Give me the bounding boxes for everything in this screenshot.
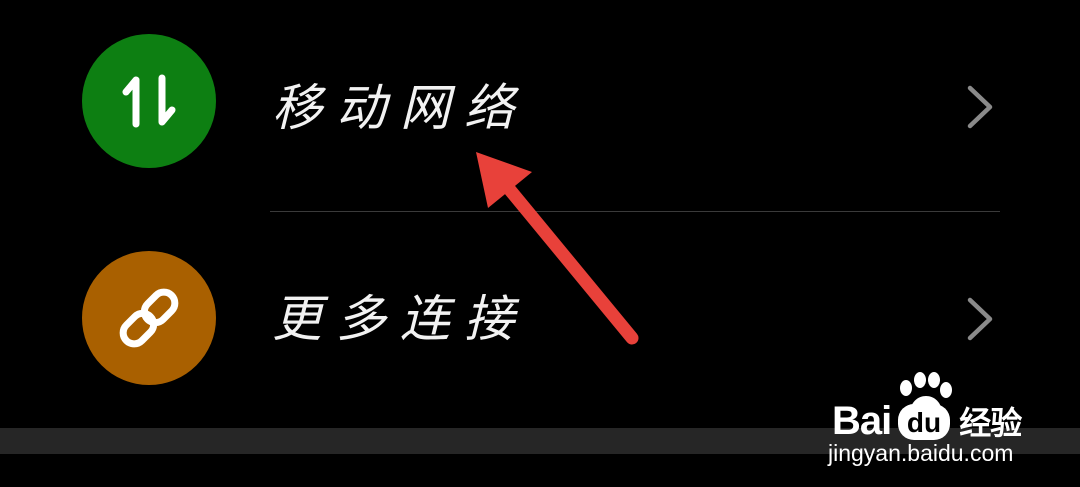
du-paw-icon: du xyxy=(898,404,950,440)
up-down-arrows-icon xyxy=(82,34,216,168)
link-icon xyxy=(82,251,216,385)
chevron-right-icon xyxy=(967,297,993,341)
chevron-right-icon xyxy=(967,85,993,129)
settings-screen: 移动网络 更多连接 Bai 经验 du jingyan.baidu.com xyxy=(0,0,1080,487)
divider xyxy=(270,211,1000,212)
svg-text:du: du xyxy=(907,407,941,438)
settings-item-mobile-network[interactable]: 移动网络 xyxy=(0,8,1080,198)
settings-item-label: 更多连接 xyxy=(272,290,528,348)
baidu-watermark: Bai 经验 du jingyan.baidu.com xyxy=(826,372,1066,472)
settings-item-label: 移动网络 xyxy=(272,79,528,137)
watermark-url: jingyan.baidu.com xyxy=(828,440,1014,466)
